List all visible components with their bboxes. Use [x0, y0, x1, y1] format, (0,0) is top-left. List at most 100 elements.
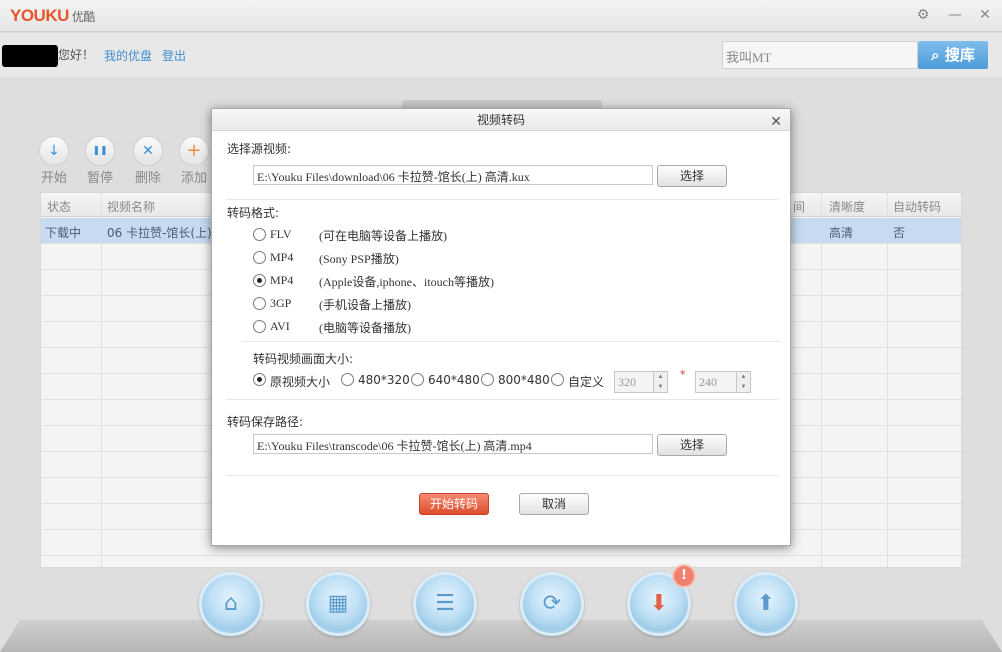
upload-icon[interactable]: ⬆: [734, 572, 798, 636]
size-option-label: 480*320: [358, 373, 410, 387]
convert-icon[interactable]: ⟳: [520, 572, 584, 636]
greeting-text: 您好！: [58, 48, 95, 62]
format-radio-mp4-psp[interactable]: [253, 251, 266, 264]
dialog-close-icon[interactable]: ✕: [770, 111, 782, 133]
bottom-bar: [0, 620, 1002, 652]
settings-gear-icon[interactable]: ⚙: [914, 6, 932, 24]
format-radio-flv[interactable]: [253, 228, 266, 241]
format-radio-avi[interactable]: [253, 320, 266, 333]
save-path-field[interactable]: E:\Youku Files\transcode\06 卡拉赞-馆长(上) 高清…: [253, 434, 653, 454]
format-label: 转码格式:: [227, 206, 280, 220]
title-bar: YOUKU 优酷 ⚙ — ✕: [0, 0, 1002, 32]
size-option-label: 自定义: [568, 375, 605, 389]
pause-button[interactable]: ❚❚ 暂停: [80, 136, 120, 186]
width-spin-arrows[interactable]: ▲ ▼: [653, 372, 667, 392]
dialog-title: 视频转码: [476, 113, 525, 127]
format-desc: (电脑等设备播放): [319, 321, 411, 335]
choose-save-button[interactable]: 选择: [657, 434, 727, 456]
size-option-label: 640*480: [428, 373, 480, 387]
custom-width-stepper[interactable]: 320 ▲ ▼: [614, 371, 668, 393]
start-transcode-button[interactable]: 开始转码: [419, 493, 489, 515]
divider: [226, 399, 778, 400]
custom-height-stepper[interactable]: 240 ▲ ▼: [695, 371, 751, 393]
required-star: *: [680, 368, 686, 381]
delete-x-icon: ✕: [133, 136, 163, 166]
format-name: 3GP: [270, 296, 292, 310]
app-window: YOUKU 优酷 ⚙ — ✕ 您好！ 我的优盘 登出 我叫MT ⌕ 搜库 ↓ 开始…: [0, 0, 1002, 652]
format-desc: (可在电脑等设备上播放): [319, 229, 447, 243]
add-button[interactable]: + 添加: [174, 136, 214, 186]
format-desc: (Sony PSP播放): [319, 252, 399, 266]
logo-cn: 优酷: [71, 10, 96, 24]
spin-down-icon[interactable]: ▼: [737, 382, 750, 392]
header-auto: 自动转码: [893, 200, 942, 214]
size-label: 转码视频画面大小:: [253, 352, 354, 366]
plus-icon: +: [179, 136, 209, 166]
spin-up-icon[interactable]: ▲: [654, 372, 667, 382]
dialog-title-bar: 视频转码 ✕: [212, 109, 790, 131]
pause-label: 暂停: [86, 171, 113, 186]
format-name: AVI: [270, 319, 290, 333]
divider: [226, 199, 778, 200]
transcode-dialog: 视频转码 ✕ 选择源视频: E:\Youku Files\download\06…: [211, 108, 791, 546]
minimize-icon[interactable]: —: [946, 6, 964, 24]
delete-button[interactable]: ✕ 删除: [128, 136, 168, 186]
search-icon: ⌕: [931, 46, 940, 64]
format-name: MP4: [270, 273, 294, 287]
film-icon[interactable]: ▦: [306, 572, 370, 636]
close-icon[interactable]: ✕: [976, 6, 994, 24]
add-label: 添加: [180, 171, 207, 186]
custom-height-value: 240: [699, 375, 717, 389]
source-label: 选择源视频:: [227, 142, 292, 156]
save-path-label: 转码保存路径:: [227, 415, 304, 429]
pause-icon: ❚❚: [85, 136, 115, 166]
source-path-field[interactable]: E:\Youku Files\download\06 卡拉赞-馆长(上) 高清.…: [253, 165, 653, 185]
home-icon[interactable]: ⌂: [199, 572, 263, 636]
format-radio-mp4-apple[interactable]: [253, 274, 266, 287]
row-status: 下载中: [45, 226, 82, 240]
download-alert-badge: !: [672, 564, 696, 588]
header-time: 间: [793, 200, 806, 214]
custom-width-value: 320: [618, 375, 636, 389]
start-button[interactable]: ↓ 开始: [34, 136, 74, 186]
divider: [226, 475, 778, 476]
cancel-button[interactable]: 取消: [519, 493, 589, 515]
user-bar: 您好！ 我的优盘 登出 我叫MT ⌕ 搜库: [0, 33, 1002, 77]
choose-source-button[interactable]: 选择: [657, 165, 727, 187]
spin-up-icon[interactable]: ▲: [737, 372, 750, 382]
search-input[interactable]: 我叫MT: [722, 41, 918, 69]
logo-brand: YOUKU: [10, 6, 69, 25]
size-option-label: 800*480: [498, 373, 550, 387]
delete-label: 删除: [134, 171, 161, 186]
row-quality: 高清: [829, 226, 854, 240]
spin-down-icon[interactable]: ▼: [654, 382, 667, 392]
logout-link[interactable]: 登出: [162, 47, 186, 64]
format-name: MP4: [270, 250, 294, 264]
youku-logo: YOUKU 优酷: [10, 6, 95, 26]
format-name: FLV: [270, 227, 292, 241]
header-quality: 清晰度: [829, 200, 866, 214]
size-radio-640x480[interactable]: [411, 373, 424, 386]
row-auto: 否: [893, 226, 906, 240]
size-radio-800x480[interactable]: [481, 373, 494, 386]
format-desc: (Apple设备,iphone、itouch等播放): [319, 275, 494, 289]
size-radio-original[interactable]: [253, 373, 266, 386]
size-radio-480x320[interactable]: [341, 373, 354, 386]
search-button[interactable]: ⌕ 搜库: [918, 41, 988, 69]
format-radio-3gp[interactable]: [253, 297, 266, 310]
size-radio-custom[interactable]: [551, 373, 564, 386]
tab-strip: [402, 100, 602, 108]
height-spin-arrows[interactable]: ▲ ▼: [736, 372, 750, 392]
redacted-username: [2, 45, 58, 67]
format-desc: (手机设备上播放): [319, 298, 411, 312]
start-label: 开始: [40, 171, 67, 186]
list-icon[interactable]: ☰: [413, 572, 477, 636]
divider: [242, 341, 780, 342]
size-option-label: 原视频大小: [270, 375, 331, 389]
header-status: 状态: [47, 200, 72, 214]
row-name: 06 卡拉赞-馆长(上): [107, 226, 212, 240]
download-arrow-icon: ↓: [39, 136, 69, 166]
my-youku-link[interactable]: 我的优盘: [104, 47, 152, 64]
header-name: 视频名称: [107, 200, 156, 214]
search-button-label: 搜库: [944, 46, 975, 64]
